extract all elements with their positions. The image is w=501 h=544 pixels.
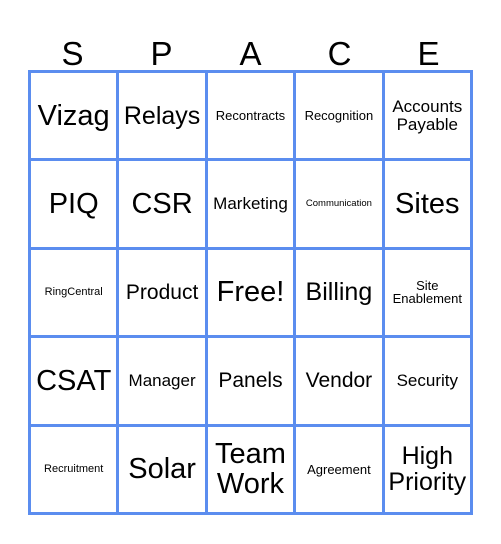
bingo-cell[interactable]: Recognition bbox=[296, 73, 385, 162]
bingo-cell[interactable]: Communication bbox=[296, 161, 385, 250]
bingo-header-letter-e: E bbox=[384, 22, 473, 70]
bingo-cell-label: Accounts Payable bbox=[392, 97, 463, 134]
bingo-cell[interactable]: Agreement bbox=[296, 426, 385, 515]
header-letter-text: E bbox=[417, 35, 440, 72]
bingo-header-letter-a: A bbox=[206, 22, 295, 70]
bingo-cell-label: Solar bbox=[128, 453, 196, 486]
bingo-cell[interactable]: Recontracts bbox=[207, 73, 297, 162]
bingo-cell-label: Product bbox=[125, 280, 199, 304]
bingo-cell[interactable]: Marketing bbox=[207, 161, 297, 250]
bingo-cell[interactable]: Free! bbox=[207, 249, 297, 339]
bingo-cell[interactable]: Sites bbox=[384, 161, 473, 250]
bingo-cell-label: Marketing bbox=[213, 194, 288, 214]
bingo-cell-label: Manager bbox=[128, 371, 196, 391]
bingo-cell[interactable]: CSAT bbox=[31, 338, 120, 427]
bingo-cell[interactable]: Team Work bbox=[207, 426, 297, 515]
bingo-cell-label: Free! bbox=[216, 276, 285, 309]
bingo-cell-label: CSR bbox=[131, 188, 193, 221]
bingo-cell-label: Site Enablement bbox=[392, 277, 462, 307]
bingo-header-letter-s: S bbox=[28, 22, 117, 70]
bingo-cell[interactable]: PIQ bbox=[31, 161, 120, 250]
bingo-cell-label: Security bbox=[396, 371, 458, 391]
bingo-cell-label: PIQ bbox=[48, 188, 99, 221]
bingo-cell[interactable]: Site Enablement bbox=[384, 249, 473, 339]
header-letter-text: C bbox=[327, 35, 352, 72]
bingo-cell[interactable]: RingCentral bbox=[31, 249, 120, 339]
bingo-cell[interactable]: Panels bbox=[207, 338, 297, 427]
bingo-cell[interactable]: Relays bbox=[119, 73, 208, 162]
bingo-cell-label: Team Work bbox=[215, 438, 286, 501]
bingo-cell[interactable]: Vendor bbox=[296, 338, 385, 427]
bingo-cell[interactable]: Security bbox=[384, 338, 473, 427]
bingo-cell-label: Agreement bbox=[307, 461, 371, 477]
bingo-cell-label: Billing bbox=[305, 278, 373, 307]
bingo-cell-label: Panels bbox=[218, 368, 283, 392]
header-letter-text: A bbox=[239, 35, 262, 72]
bingo-cell-label: Vendor bbox=[305, 368, 373, 392]
bingo-header-letter-c: C bbox=[295, 22, 384, 70]
bingo-cell-label: RingCentral bbox=[44, 285, 103, 298]
bingo-cell-label: Sites bbox=[395, 188, 460, 221]
bingo-cell-label: Recruitment bbox=[44, 462, 104, 475]
bingo-cell-label: Recognition bbox=[304, 107, 374, 123]
header-letter-text: P bbox=[150, 35, 173, 72]
bingo-cell[interactable]: Recruitment bbox=[31, 426, 120, 515]
bingo-cell[interactable]: Billing bbox=[296, 249, 385, 339]
bingo-cell-label: Communication bbox=[305, 198, 372, 210]
bingo-header-letter-p: P bbox=[117, 22, 206, 70]
bingo-card: S P A C E Vizag Relays Recontracts Recognit… bbox=[0, 0, 501, 544]
bingo-cell[interactable]: High Priority bbox=[384, 426, 473, 515]
bingo-grid: Vizag Relays Recontracts Recognition Account… bbox=[28, 70, 473, 515]
bingo-cell[interactable]: Manager bbox=[119, 338, 208, 427]
bingo-cell-label: Recontracts bbox=[215, 107, 286, 123]
bingo-cell[interactable]: Solar bbox=[119, 426, 208, 515]
bingo-header-row: S P A C E bbox=[28, 22, 473, 70]
bingo-cell[interactable]: Vizag bbox=[31, 73, 120, 162]
bingo-cell-label: Relays bbox=[123, 101, 201, 130]
header-letter-text: S bbox=[61, 35, 84, 72]
bingo-cell-label: High Priority bbox=[388, 442, 467, 497]
bingo-cell-label: Vizag bbox=[37, 99, 110, 132]
bingo-cell-label: CSAT bbox=[36, 364, 112, 397]
bingo-cell[interactable]: Product bbox=[119, 249, 208, 339]
bingo-cell[interactable]: Accounts Payable bbox=[384, 73, 473, 162]
bingo-cell[interactable]: CSR bbox=[119, 161, 208, 250]
